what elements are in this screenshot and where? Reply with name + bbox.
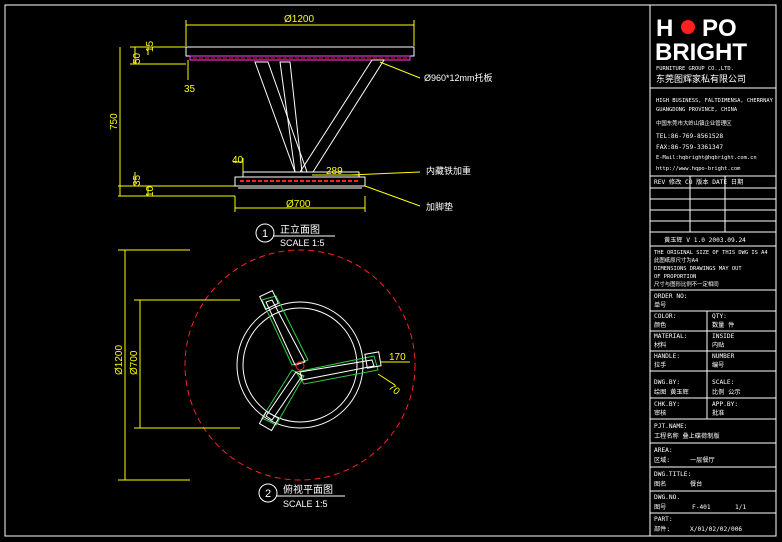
number-label: NUMBER xyxy=(712,353,735,360)
app-by-label: APP.BY: xyxy=(712,401,738,408)
contact-line3: 中国东莞市大岭山镇企业管理区 xyxy=(656,119,732,127)
revision-header: REV 修改 CO 版本 DATE 日期 xyxy=(654,178,743,186)
number-label-cn: 编号 xyxy=(712,361,724,369)
chk-by-label-cn: 审核 xyxy=(654,409,666,417)
note-1: THE ORIGINAL SIZE OF THIS DWG IS A4 xyxy=(654,250,768,256)
chk-by-label: CHK.BY: xyxy=(654,401,680,408)
dwg-title-label-cn: 图名 xyxy=(654,480,666,488)
scale-label-cn: 比例 公示 xyxy=(712,388,740,396)
material-label-cn: 材料 xyxy=(654,341,666,349)
view2-number: 2 xyxy=(265,488,271,500)
elevation-dims xyxy=(118,20,421,212)
plan-dim-700: Ø700 xyxy=(129,350,140,375)
dwg-by-label-cn: 绘图 黄玉辉 xyxy=(654,388,689,396)
logo-po: PO xyxy=(702,15,737,42)
contact-fax: FAX:86-759-3361347 xyxy=(656,144,723,151)
color-label-cn: 颜色 xyxy=(654,321,666,329)
leg-right xyxy=(299,59,385,173)
title-block: H PO BRIGHT FURNITURE GROUP CO.,LTD. 东莞图… xyxy=(650,15,776,533)
front-elevation-view: Ø1200 15 50 35 750 35 10 40 289 Ø700 Ø96… xyxy=(109,14,493,248)
designer-version-date: 黄玉辉 V 1.0 2003.09.24 xyxy=(664,236,746,244)
area-label: AREA: xyxy=(654,447,673,454)
dwg-no-label: DWG.NO. xyxy=(654,494,680,501)
cad-drawing-canvas: Ø1200 15 50 35 750 35 10 40 289 Ø700 Ø96… xyxy=(4,4,777,537)
view2-scale: SCALE 1:5 xyxy=(283,499,328,509)
qty-label-cn: 数量 件 xyxy=(712,321,734,329)
order-label-cn: 单号 xyxy=(654,301,666,309)
note-5: 尺寸与图形比例不一定相同 xyxy=(654,280,719,288)
note-support-plate: Ø960*12mm托板 xyxy=(424,72,493,83)
table-top xyxy=(185,46,415,57)
leg-center xyxy=(279,61,303,173)
dim-35a: 35 xyxy=(184,84,196,95)
dim-10: 10 xyxy=(145,185,156,197)
logo-h: H xyxy=(656,15,673,42)
view1-title: 正立面图 xyxy=(280,223,320,236)
view1-scale: SCALE 1:5 xyxy=(280,238,325,248)
note-inner-weight: 内藏铁加重 xyxy=(426,165,471,176)
title-rows: ORDER NO: 单号 COLOR: 颜色 QTY: 数量 件 MATERIA… xyxy=(650,293,776,533)
handle-label: HANDLE: xyxy=(654,353,680,360)
note-foot-pad: 加脚垫 xyxy=(426,201,453,212)
contact-line1: HIGH BUSINESS, FALTDIMENSA, CHERRNAY xyxy=(656,98,774,104)
inside-label-cn: 内贴 xyxy=(712,341,724,349)
view2-title: 俯视平面图 xyxy=(283,483,333,496)
dwg-title-value: 餐台 xyxy=(690,480,702,488)
inside-label: INSIDE xyxy=(712,333,735,340)
note-4: OF PROPORTION xyxy=(654,274,696,280)
plan-view: Ø1200 Ø700 170 70 2 俯视平面图 SCALE 1:5 xyxy=(114,249,416,509)
contact-web: http://www.hqpo-bright.com xyxy=(656,166,740,172)
plan-dim-1200: Ø1200 xyxy=(114,345,125,375)
part-value: X/01/02/02/006 xyxy=(690,526,742,533)
company-name-en: FURNITURE GROUP CO.,LTD. xyxy=(656,66,734,72)
dim-700: Ø700 xyxy=(286,199,311,210)
logo-bright: BRIGHT xyxy=(655,39,747,66)
dim-289: 289 xyxy=(326,166,343,177)
dim-750: 750 xyxy=(109,113,120,130)
project-label: PJT.NAME: xyxy=(654,423,688,430)
dim-top-diameter: Ø1200 xyxy=(284,14,314,25)
dwg-title-label: DWG.TITLE: xyxy=(654,471,691,478)
company-name-cn: 东莞图辉家私有限公司 xyxy=(656,73,746,85)
color-label: COLOR: xyxy=(654,313,676,320)
contact-email: E-Mail:hqbright@hqbright.com.cn xyxy=(656,155,757,161)
dim-50: 50 xyxy=(132,52,143,64)
area-value: 一层餐厅 xyxy=(690,456,715,464)
logo-heart-icon xyxy=(681,20,695,34)
qty-label: QTY: xyxy=(712,313,727,320)
material-label: MATERIAL: xyxy=(654,333,688,340)
dwg-no-label-cn: 图号 xyxy=(654,504,666,511)
part-label: PART: xyxy=(654,516,673,523)
project-value: 工程名称 叠上碟荷制版 xyxy=(654,432,720,440)
handle-label-cn: 拉手 xyxy=(654,361,666,369)
note-2: 此图纸原尺寸为A4 xyxy=(654,256,698,264)
part-label-cn: 部件: xyxy=(654,525,670,533)
order-label: ORDER NO: xyxy=(654,293,688,300)
dim-40: 40 xyxy=(232,155,244,166)
app-by-label-cn: 批准 xyxy=(712,409,724,417)
plan-dim-170: 170 xyxy=(389,352,406,363)
dim-15: 15 xyxy=(145,40,156,52)
view1-number: 1 xyxy=(262,228,268,240)
dwg-by-label: DWG.BY: xyxy=(654,379,680,386)
note-3: DIMENSIONS DRAWINGS MAY OUT xyxy=(654,266,742,272)
leg-left xyxy=(254,61,308,173)
contact-tel: TEL:86-769-8561528 xyxy=(656,133,723,140)
contact-line2: GUANGDONG PROVINCE, CHINA xyxy=(656,107,738,113)
area-label-cn: 区域: xyxy=(654,456,670,464)
plan-dims xyxy=(118,249,410,481)
dwg-no-value: F-401 xyxy=(692,504,711,511)
sheet-value: 1/1 xyxy=(735,504,746,511)
plan-dim-70: 70 xyxy=(386,382,402,398)
scale-label: SCALE: xyxy=(712,379,734,386)
dim-35b: 35 xyxy=(132,174,143,186)
